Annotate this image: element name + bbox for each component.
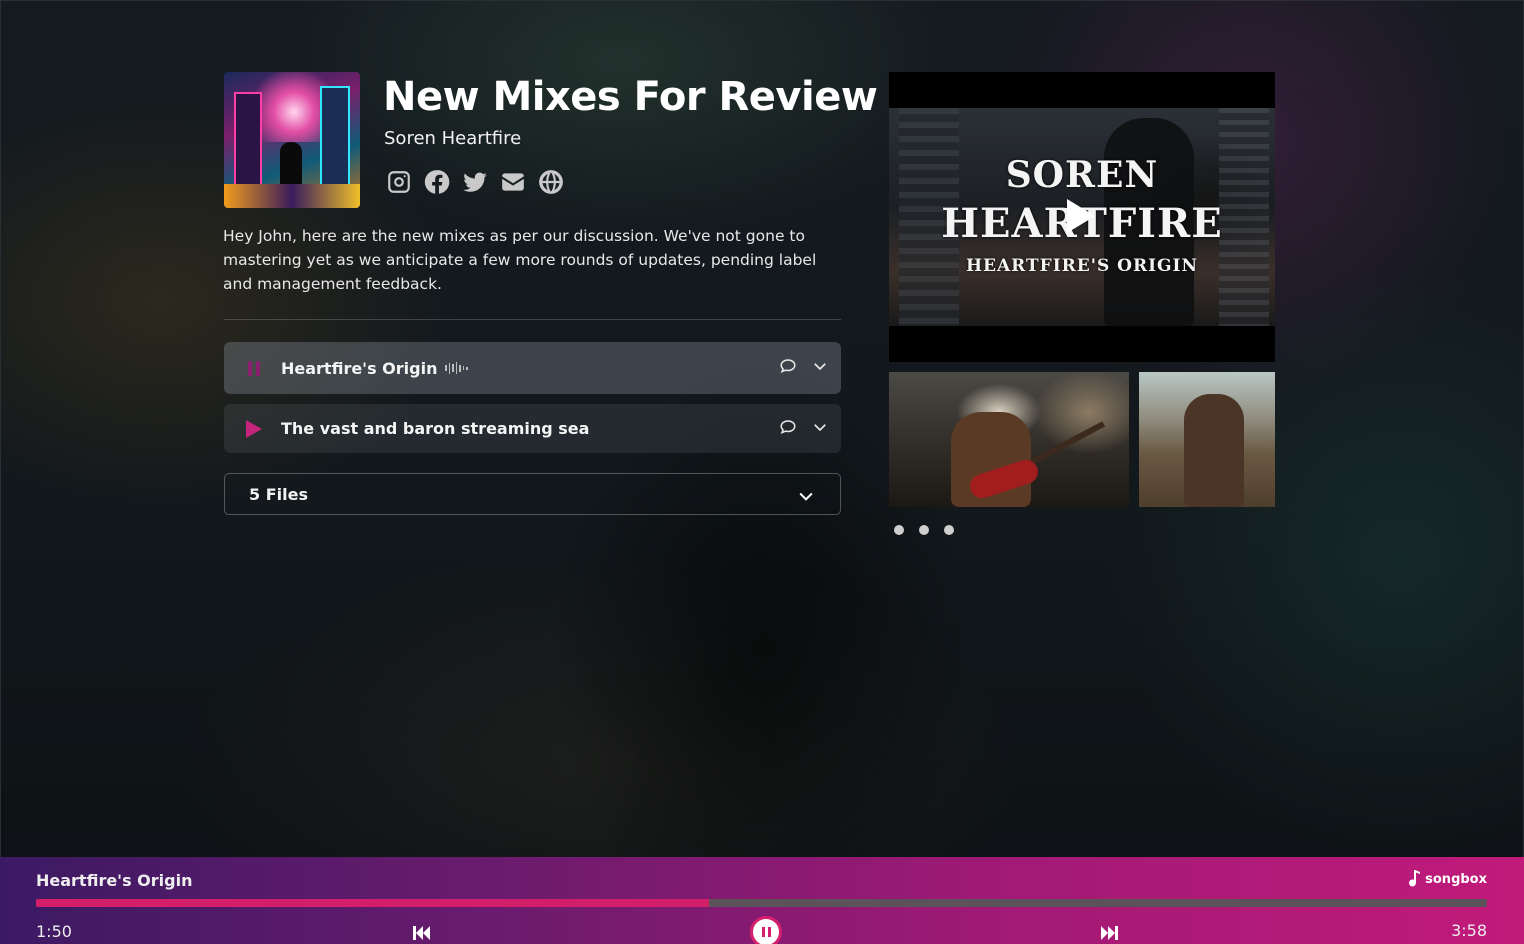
chevron-down-icon[interactable] bbox=[811, 418, 829, 440]
comment-icon[interactable] bbox=[779, 418, 797, 440]
waveform-icon bbox=[445, 362, 468, 374]
email-icon[interactable] bbox=[500, 169, 526, 195]
brand-logo[interactable]: songbox bbox=[1406, 869, 1487, 889]
chevron-down-icon[interactable] bbox=[796, 486, 816, 510]
progress-fill bbox=[36, 899, 710, 907]
track-name: Heartfire's Origin bbox=[281, 358, 438, 378]
gallery-image[interactable] bbox=[1139, 372, 1275, 507]
carousel-dot[interactable] bbox=[944, 525, 954, 535]
pause-icon[interactable] bbox=[246, 359, 262, 377]
music-note-icon bbox=[1409, 870, 1421, 887]
gallery-image[interactable] bbox=[889, 372, 1129, 507]
video-title-line1: SOREN bbox=[1005, 154, 1159, 196]
brand-name: songbox bbox=[1425, 871, 1487, 887]
album-cover bbox=[224, 72, 360, 208]
carousel-dot[interactable] bbox=[894, 525, 904, 535]
files-dropdown[interactable]: 5 Files bbox=[224, 473, 841, 515]
track-row[interactable]: Heartfire's Origin bbox=[224, 342, 841, 394]
social-links bbox=[386, 169, 564, 195]
twitter-icon[interactable] bbox=[462, 169, 488, 195]
now-playing-title: Heartfire's Origin bbox=[36, 871, 193, 890]
comment-icon[interactable] bbox=[779, 357, 797, 379]
artist-name: Soren Heartfire bbox=[384, 128, 522, 149]
player-bar: Heartfire's Origin songbox 1:50 3:58 bbox=[0, 857, 1524, 944]
progress-bar[interactable] bbox=[36, 899, 1487, 907]
next-track-icon[interactable] bbox=[1100, 925, 1118, 944]
total-time: 3:58 bbox=[1451, 921, 1487, 940]
video-play-icon[interactable] bbox=[1067, 199, 1095, 233]
chevron-down-icon[interactable] bbox=[811, 357, 829, 379]
release-description: Hey John, here are the new mixes as per … bbox=[223, 227, 817, 293]
files-label: 5 Files bbox=[249, 484, 308, 504]
track-name: The vast and baron streaming sea bbox=[281, 419, 590, 438]
page-title: New Mixes For Review bbox=[383, 74, 878, 120]
pause-button[interactable] bbox=[750, 916, 782, 944]
facebook-icon[interactable] bbox=[424, 169, 450, 195]
carousel-dots bbox=[894, 525, 954, 535]
instagram-icon[interactable] bbox=[386, 169, 412, 195]
play-icon[interactable] bbox=[246, 419, 262, 438]
video-subtitle: HEARTFIRE'S ORIGIN bbox=[965, 256, 1199, 276]
current-time: 1:50 bbox=[36, 922, 72, 941]
track-row[interactable]: The vast and baron streaming sea bbox=[224, 404, 841, 453]
divider bbox=[224, 319, 841, 320]
previous-track-icon[interactable] bbox=[413, 925, 431, 944]
globe-icon[interactable] bbox=[538, 169, 564, 195]
carousel-dot[interactable] bbox=[919, 525, 929, 535]
